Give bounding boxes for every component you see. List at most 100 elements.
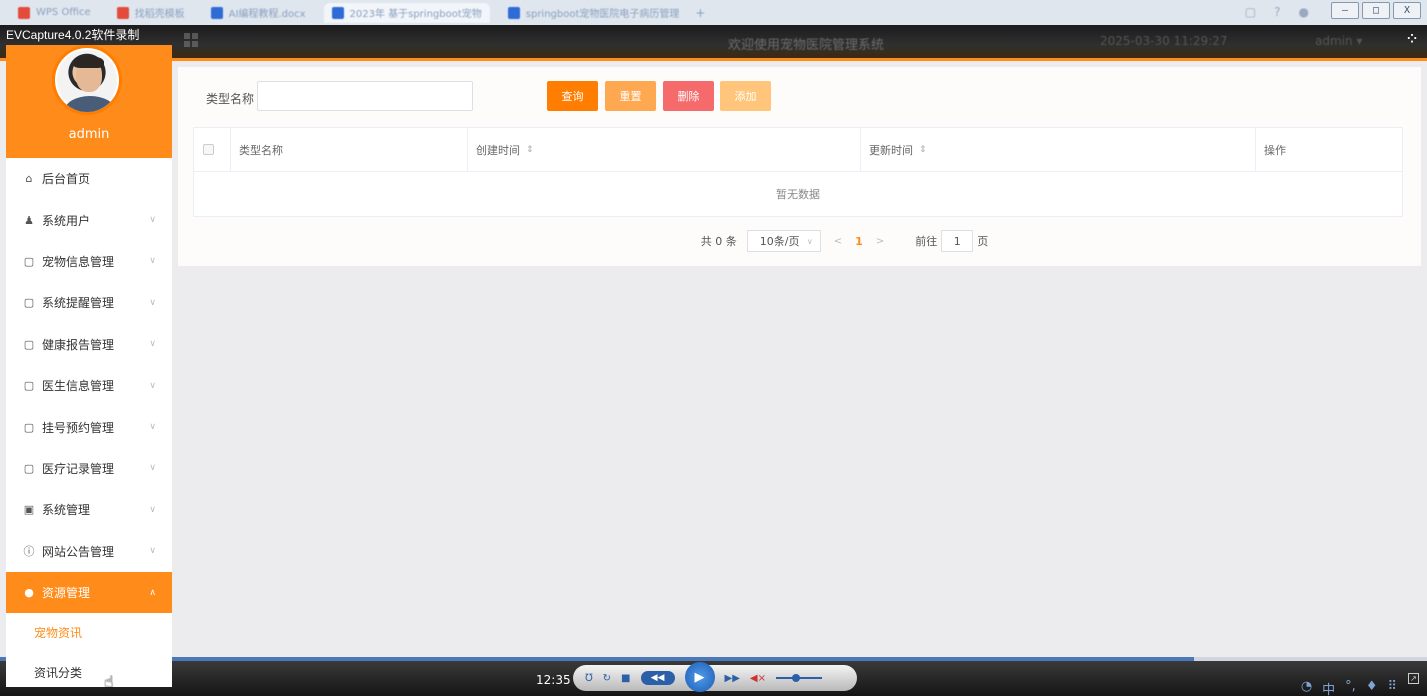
browser-tabs: WPS Office 找稻壳模板 AI编程教程.docx 2023年 基于spring… xyxy=(0,2,688,23)
query-button[interactable]: 查询 xyxy=(547,81,598,111)
browser-tab-label: 2023年 基于springboot宠物 xyxy=(349,9,482,20)
next-page-button[interactable]: > xyxy=(876,236,884,247)
sidebar-item-label: 医生信息管理 xyxy=(42,379,115,394)
browser-tab-strip: WPS Office 找稻壳模板 AI编程教程.docx 2023年 基于spring… xyxy=(0,0,1427,25)
volume-slider[interactable] xyxy=(775,674,822,682)
pagination-total: 共 0 条 xyxy=(700,235,737,248)
sidebar-subitem-pet-news[interactable]: 宠物资讯 xyxy=(6,613,172,651)
top-header: 欢迎使用宠物医院管理系统 2025-03-30 11:29:27 admin ▾… xyxy=(0,25,1427,61)
add-button[interactable]: 添加 xyxy=(720,81,771,111)
sidebar-item[interactable]: ▢ 健康报告管理 ∨ xyxy=(6,324,172,365)
refresh-icon[interactable]: ↻ xyxy=(603,673,611,684)
type-name-input[interactable] xyxy=(257,81,473,111)
browser-tab[interactable]: 2023年 基于springboot宠物 xyxy=(323,2,490,23)
prev-page-button[interactable]: < xyxy=(834,236,842,247)
bulb-icon: ● xyxy=(24,586,34,600)
table-header: 类型名称 创建时间 ⇕ 更新时间 ⇕ 操作 xyxy=(194,127,1402,172)
minimize-button[interactable]: — xyxy=(1331,2,1359,19)
select-all-cell xyxy=(194,127,231,172)
mic-icon[interactable]: ♦ xyxy=(1366,679,1378,696)
loop-icon[interactable]: ℧ xyxy=(585,673,593,684)
sort-icon[interactable]: ⇕ xyxy=(526,145,534,155)
system-tray: ◔ 中 °, ♦ ⠿ xyxy=(1301,679,1397,696)
user-icon: ♟ xyxy=(24,213,34,227)
sidebar-item-label: 系统提醒管理 xyxy=(42,296,115,311)
help-icon[interactable]: ? xyxy=(1274,5,1280,19)
sidebar-item-label: 系统管理 xyxy=(42,503,91,518)
delete-button[interactable]: 删除 xyxy=(663,81,714,111)
fullscreen-icon[interactable]: ⁘ xyxy=(1407,32,1417,46)
sidebar-username: admin xyxy=(68,127,110,142)
stop-icon[interactable]: ■ xyxy=(621,673,630,684)
tab-favicon-icon xyxy=(210,6,223,19)
collapse-menu-icon[interactable] xyxy=(184,33,198,47)
sidebar-item[interactable]: ▢ 系统提醒管理 ∨ xyxy=(6,282,172,323)
goto-page-input[interactable]: 1 xyxy=(941,230,974,252)
sidebar-item-label: 挂号预约管理 xyxy=(42,420,115,435)
sidebar-item[interactable]: ⓘ 网站公告管理 ∨ xyxy=(6,531,172,572)
header-user-menu[interactable]: admin ▾ xyxy=(1315,34,1362,48)
welcome-text: 欢迎使用宠物医院管理系统 xyxy=(728,38,885,53)
chevron-down-icon: ∨ xyxy=(149,256,156,267)
browser-tab[interactable]: WPS Office xyxy=(10,3,99,23)
sort-icon[interactable]: ⇕ xyxy=(919,145,927,155)
avatar[interactable] xyxy=(52,45,122,115)
chevron-down-icon: ∨ xyxy=(149,463,156,474)
pagination: 共 0 条 10条/页 ∨ < 1 > 前往 1 页 xyxy=(178,230,1421,252)
chevron-down-icon: ∨ xyxy=(149,422,156,433)
tray-icon[interactable]: ⠿ xyxy=(1387,679,1397,696)
column-label: 操作 xyxy=(1264,143,1286,157)
tray-icon[interactable]: ◔ xyxy=(1301,679,1312,696)
ime-icon[interactable]: 中 xyxy=(1322,679,1335,696)
window-controls: — □ X xyxy=(1331,2,1421,19)
current-page-number[interactable]: 1 xyxy=(855,235,863,248)
reset-button[interactable]: 重置 xyxy=(605,81,656,111)
browser-tab[interactable]: 找稻壳模板 xyxy=(109,3,193,23)
tab-favicon-icon xyxy=(18,6,30,19)
empty-state: 暂无数据 xyxy=(194,172,1402,216)
sidebar: admin ⌂ 后台首页 ♟ 系统用户 ∨ ▢ 宠物信息管理 ∨ ▢ 系统提醒管理 ∨ ▢ 健康报告管理… xyxy=(6,45,172,687)
playback-time: 12:35 xyxy=(536,673,571,687)
column-type-name[interactable]: 类型名称 xyxy=(231,127,468,172)
video-player-bar: 12:35 ℧ ↻ ■ ◀◀ ▶ ▶▶ ◀× ◔ 中 °, ♦ ⠿ ↗ xyxy=(0,661,1427,696)
doc-icon: ▢ xyxy=(23,296,35,310)
sidebar-item[interactable]: ▢ 医疗记录管理 ∨ xyxy=(6,448,172,489)
tray-icon[interactable]: °, xyxy=(1345,679,1356,696)
chevron-down-icon: ∨ xyxy=(149,215,156,226)
restore-icon[interactable]: ▢ xyxy=(1245,5,1256,19)
fast-forward-icon[interactable]: ▶▶ xyxy=(725,673,740,684)
doc-icon: ▢ xyxy=(23,337,35,351)
play-button[interactable]: ▶ xyxy=(684,662,715,692)
sidebar-subitem-news-category[interactable]: 资讯分类 xyxy=(6,657,172,687)
chevron-down-icon: ∨ xyxy=(149,380,156,391)
sidebar-item[interactable]: ▢ 挂号预约管理 ∨ xyxy=(6,406,172,447)
sidebar-item-label: 健康报告管理 xyxy=(42,337,115,352)
maximize-button[interactable]: □ xyxy=(1362,2,1390,19)
column-updated-time[interactable]: 更新时间 ⇕ xyxy=(861,127,1256,172)
sidebar-item[interactable]: ⌂ 后台首页 xyxy=(6,158,172,199)
sidebar-item[interactable]: ▢ 宠物信息管理 ∨ xyxy=(6,241,172,282)
sidebar-item[interactable]: ♟ 系统用户 ∨ xyxy=(6,199,172,240)
sidebar-subitem-label: 宠物资讯 xyxy=(34,625,83,640)
browser-tab[interactable]: AI编程教程.docx xyxy=(203,3,314,23)
browser-tab-label: springboot宠物医院电子病历管理 xyxy=(525,9,680,20)
page-size-select[interactable]: 10条/页 ∨ xyxy=(746,230,821,252)
mute-icon[interactable]: ◀× xyxy=(750,673,766,684)
doc-icon: ▢ xyxy=(23,254,35,268)
header-username: admin xyxy=(1315,34,1353,48)
tab-favicon-icon xyxy=(507,6,520,19)
close-button[interactable]: X xyxy=(1393,2,1421,19)
picture-icon: ▣ xyxy=(23,503,35,517)
sidebar-item[interactable]: ▣ 系统管理 ∨ xyxy=(6,489,172,530)
rewind-button[interactable]: ◀◀ xyxy=(640,671,675,685)
select-all-checkbox[interactable] xyxy=(203,144,214,155)
browser-tab[interactable]: springboot宠物医院电子病历管理 xyxy=(500,3,688,23)
column-created-time[interactable]: 创建时间 ⇕ xyxy=(468,127,861,172)
data-table: 类型名称 创建时间 ⇕ 更新时间 ⇕ 操作 暂无数据 xyxy=(193,127,1403,217)
sidebar-item[interactable]: ▢ 医生信息管理 ∨ xyxy=(6,365,172,406)
doc-icon: ▢ xyxy=(23,420,35,434)
expand-icon[interactable]: ↗ xyxy=(1408,673,1419,684)
new-tab-icon[interactable]: + xyxy=(695,6,705,20)
sidebar-item[interactable]: ● 资源管理 ∧ xyxy=(6,571,172,614)
account-icon[interactable]: ● xyxy=(1299,5,1309,19)
